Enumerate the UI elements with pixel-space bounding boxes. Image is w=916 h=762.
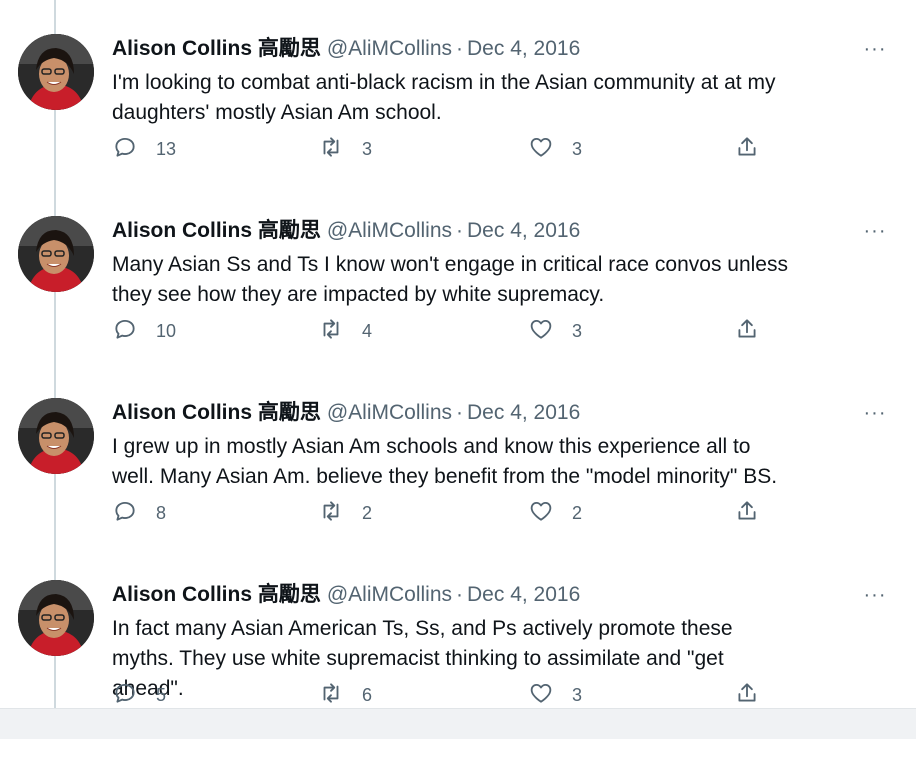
tweet-text: I'm looking to combat anti-black racism … (112, 71, 776, 124)
retweet-icon (318, 498, 344, 529)
share-button[interactable] (734, 498, 760, 528)
author-handle[interactable]: @AliMCollins (327, 583, 452, 606)
retweet-count: 3 (362, 138, 373, 159)
retweet-button[interactable]: 2 (318, 498, 372, 528)
like-icon (528, 680, 554, 711)
tweet-header: Alison Collins 高勵思 @AliMCollins · Dec 4, 20… (112, 216, 580, 246)
share-button[interactable] (734, 680, 760, 710)
reply-count: 8 (156, 502, 167, 523)
reply-button[interactable]: 5 (112, 680, 166, 710)
reply-count: 5 (156, 684, 167, 705)
tweet-text: I grew up in mostly Asian Am schools and… (112, 435, 778, 488)
author-name[interactable]: Alison Collins 高勵思 (112, 583, 321, 606)
like-icon (528, 134, 554, 165)
tweet-actions: 10 4 3 (112, 316, 792, 346)
retweet-count: 4 (362, 320, 373, 341)
retweet-icon (318, 134, 344, 165)
tweet-text: Many Asian Ss and Ts I know won't engage… (112, 253, 788, 306)
retweet-count: 2 (362, 502, 373, 523)
reply-icon (112, 316, 138, 347)
tweet-actions: 5 6 3 (112, 680, 792, 710)
tweet-date[interactable]: Dec 4, 2016 (467, 401, 580, 424)
more-options-button[interactable]: ··· (860, 398, 890, 428)
author-handle[interactable]: @AliMCollins (327, 219, 452, 242)
tweet-date[interactable]: Dec 4, 2016 (467, 37, 580, 60)
retweet-button[interactable]: 3 (318, 134, 372, 164)
separator: · (456, 219, 464, 242)
tweet[interactable]: Alison Collins 高勵思 @AliMCollins · Dec 4, 20… (0, 398, 916, 580)
avatar[interactable] (18, 398, 94, 474)
share-icon (734, 680, 760, 711)
retweet-icon (318, 316, 344, 347)
like-icon (528, 498, 554, 529)
tweet-header: Alison Collins 高勵思 @AliMCollins · Dec 4, 20… (112, 34, 580, 64)
like-count: 3 (572, 684, 583, 705)
like-button[interactable]: 3 (528, 316, 582, 346)
like-button[interactable]: 3 (528, 680, 582, 710)
retweet-button[interactable]: 6 (318, 680, 372, 710)
reply-button[interactable]: 10 (112, 316, 176, 346)
tweet[interactable]: Alison Collins 高勵思 @AliMCollins · Dec 4, 20… (0, 34, 916, 216)
like-button[interactable]: 3 (528, 134, 582, 164)
author-name[interactable]: Alison Collins 高勵思 (112, 219, 321, 242)
separator: · (456, 583, 464, 606)
share-icon (734, 316, 760, 347)
separator: · (456, 401, 464, 424)
more-options-button[interactable]: ··· (860, 34, 890, 64)
separator: · (456, 37, 464, 60)
reply-count: 10 (156, 320, 177, 341)
retweet-icon (318, 680, 344, 711)
tweet-date[interactable]: Dec 4, 2016 (467, 219, 580, 242)
more-options-button[interactable]: ··· (860, 216, 890, 246)
avatar[interactable] (18, 216, 94, 292)
reply-icon (112, 134, 138, 165)
avatar[interactable] (18, 580, 94, 656)
author-name[interactable]: Alison Collins 高勵思 (112, 37, 321, 60)
author-handle[interactable]: @AliMCollins (327, 401, 452, 424)
tweet-actions: 8 2 2 (112, 498, 792, 528)
reply-button[interactable]: 8 (112, 498, 166, 528)
like-count: 3 (572, 138, 583, 159)
tweet-header: Alison Collins 高勵思 @AliMCollins · Dec 4, 20… (112, 580, 580, 610)
like-count: 2 (572, 502, 583, 523)
tweet-actions: 13 3 3 (112, 134, 792, 164)
reply-icon (112, 680, 138, 711)
tweet-date[interactable]: Dec 4, 2016 (467, 583, 580, 606)
share-icon (734, 134, 760, 165)
reply-count: 13 (156, 138, 177, 159)
bottom-fade (0, 708, 916, 739)
reply-button[interactable]: 13 (112, 134, 176, 164)
like-button[interactable]: 2 (528, 498, 582, 528)
like-count: 3 (572, 320, 583, 341)
author-handle[interactable]: @AliMCollins (327, 37, 452, 60)
avatar[interactable] (18, 34, 94, 110)
author-name[interactable]: Alison Collins 高勵思 (112, 401, 321, 424)
share-button[interactable] (734, 134, 760, 164)
retweet-count: 6 (362, 684, 373, 705)
reply-icon (112, 498, 138, 529)
tweet[interactable]: Alison Collins 高勵思 @AliMCollins · Dec 4, 20… (0, 216, 916, 398)
like-icon (528, 316, 554, 347)
share-icon (734, 498, 760, 529)
share-button[interactable] (734, 316, 760, 346)
retweet-button[interactable]: 4 (318, 316, 372, 346)
more-options-button[interactable]: ··· (860, 580, 890, 610)
tweet-header: Alison Collins 高勵思 @AliMCollins · Dec 4, 20… (112, 398, 580, 428)
